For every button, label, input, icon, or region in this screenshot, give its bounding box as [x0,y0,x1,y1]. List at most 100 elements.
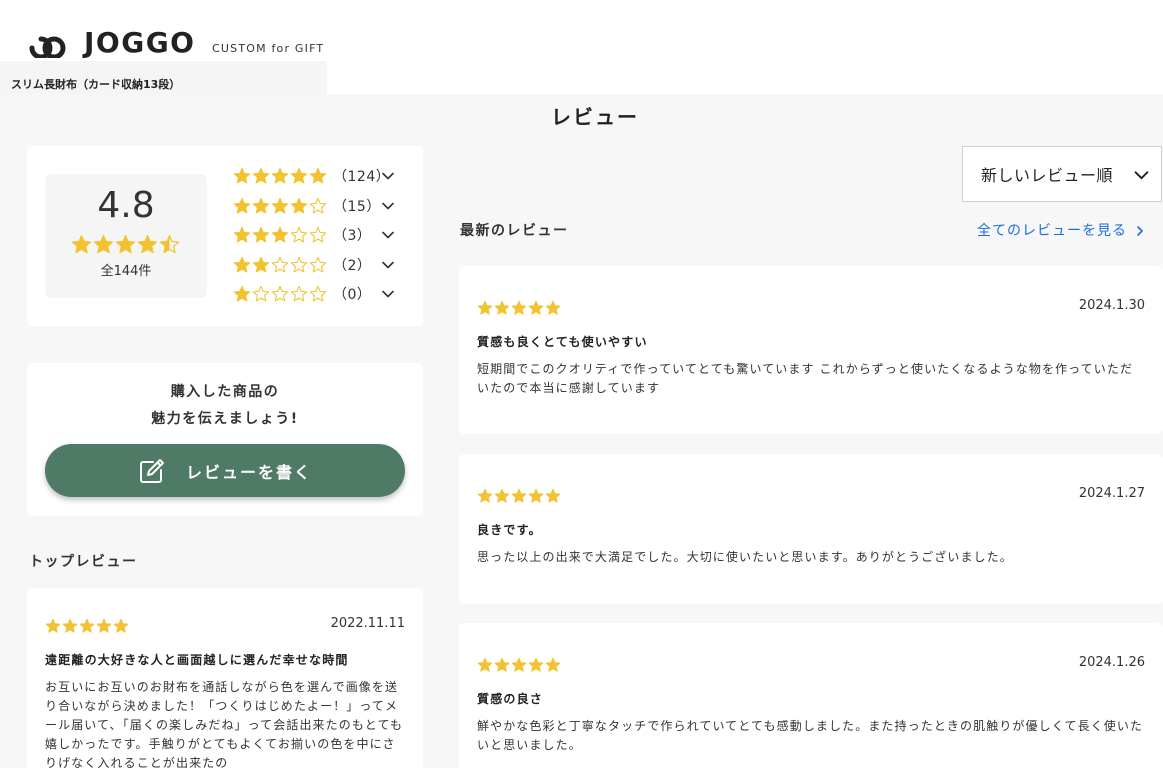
star-filled-icon [252,226,270,243]
joggo-logo-icon[interactable] [28,30,72,58]
prompt-line-2: 魅力を伝えましょう! [151,411,299,427]
rating-stars [233,256,331,274]
rating-filter-2-stars[interactable]: （2） [233,254,395,276]
star-filled-icon [528,300,544,315]
reviews-section: レビュー 4.8 全144件 （124） （15） （3） （2） （0） 購入した商品… [0,94,1163,768]
site-header: JOGGO CUSTOM for GIFT スリム長財布（カード収納13段） [0,0,1163,94]
star-filled-icon [494,488,510,503]
write-review-prompt: 購入した商品の 魅力を伝えましょう! [27,379,423,433]
latest-review-card[interactable]: 2024.1.27 良きです。 思った以上の出来で大満足でした。大切に使いたいと… [459,454,1163,604]
star-filled-icon [511,488,527,503]
review-stars [477,657,561,673]
rating-filter-3-stars[interactable]: （3） [233,224,395,246]
star-filled-icon [79,618,95,633]
latest-reviews-title: 最新のレビュー [460,223,569,239]
chevron-down-icon [382,172,394,180]
sort-selected-value: 新しいレビュー順 [981,166,1114,185]
review-date: 2024.1.30 [1078,298,1145,313]
star-filled-icon [113,618,129,633]
rating-stars [233,197,331,215]
star-filled-icon [233,167,251,184]
rating-filter-4-stars[interactable]: （15） [233,195,395,217]
star-empty-icon [309,226,327,243]
write-review-button[interactable]: レビューを書く [45,444,405,497]
edit-icon [139,458,164,483]
rating-count: （15） [333,198,381,215]
star-filled-icon [96,618,112,633]
star-filled-icon [115,234,136,254]
star-filled-icon [494,657,510,672]
rating-count: （3） [333,228,372,244]
star-filled-icon [528,657,544,672]
star-filled-icon [271,167,289,184]
star-empty-icon [290,285,308,302]
star-filled-icon [309,167,327,184]
breadcrumb[interactable]: スリム長財布（カード収納13段） [0,61,327,94]
star-filled-icon [528,488,544,503]
star-filled-icon [290,197,308,213]
review-title: 質感の良さ [477,692,544,706]
star-empty-icon [309,256,327,272]
chevron-down-icon [382,202,394,209]
rating-summary-card: 4.8 全144件 （124） （15） （3） （2） （0） [27,146,423,326]
star-filled-icon [511,300,527,315]
chevron-down-icon [1134,171,1149,180]
star-filled-icon [511,657,527,672]
review-body: 鮮やかな色彩と丁寧なタッチで作られていてとても感動しました。また持ったときの肌触… [477,719,1144,752]
review-date: 2024.1.27 [1078,486,1145,501]
star-filled-icon [252,197,270,213]
latest-review-card[interactable]: 2024.1.30 質感も良くとても使いやすい 短期間でこのクオリティで作ってい… [459,266,1163,434]
review-title: 遠距離の大好きな人と画面越しに選んだ幸せな時間 [45,653,349,667]
star-empty-icon [271,256,289,272]
star-filled-icon [271,197,289,213]
rating-filter-1-stars[interactable]: （0） [233,283,395,305]
star-filled-icon [290,167,308,184]
write-review-card: 購入した商品の 魅力を伝えましょう! レビューを書く [27,363,423,516]
logo-text[interactable]: JOGGO [84,26,196,60]
star-filled-icon [545,300,561,315]
star-filled-icon [233,197,251,213]
average-rating-box: 4.8 全144件 [45,174,207,298]
review-stars [477,488,561,504]
star-filled-icon [233,256,251,272]
star-filled-icon [477,657,493,672]
star-filled-icon [62,618,78,633]
star-filled-icon [545,488,561,503]
star-empty-icon [309,285,327,302]
star-filled-icon [252,256,270,272]
rating-count: （0） [333,287,372,303]
top-reviews-title: トップレビュー [29,554,138,570]
total-review-count: 全144件 [100,264,152,279]
section-title: レビュー [551,105,639,129]
star-filled-icon [271,226,289,243]
average-rating-value: 4.8 [97,185,155,226]
star-empty-icon [252,285,270,302]
latest-review-card[interactable]: 2024.1.26 質感の良さ 鮮やかな色彩と丁寧なタッチで作られていてとても感… [459,623,1163,768]
star-half-icon [159,234,180,254]
rating-stars [233,167,331,185]
review-title: 良きです。 [477,523,542,537]
chevron-right-icon [1137,226,1143,236]
star-filled-icon [45,618,61,633]
star-filled-icon [137,234,158,254]
prompt-line-1: 購入した商品の [170,384,280,400]
review-body: 短期間でこのクオリティで作っていてとても驚いています これからずっと使いたくなる… [477,362,1134,395]
review-body: 思った以上の出来で大満足でした。大切に使いたいと思います。ありがとうございました… [477,550,1013,564]
star-empty-icon [290,256,308,272]
review-stars [477,300,561,316]
chevron-down-icon [382,231,394,239]
star-empty-icon [271,285,289,302]
sort-select[interactable]: 新しいレビュー順 [962,146,1162,202]
star-filled-icon [252,167,270,184]
star-filled-icon [93,234,114,254]
review-body: お互いにお互いのお財布を通話しながら色を選んで画像を送り合いながら決めました！「… [45,680,404,768]
rating-stars [233,226,331,244]
star-empty-icon [290,226,308,243]
see-all-reviews-link[interactable]: 全てのレビューを見る [977,222,1145,240]
star-filled-icon [477,300,493,315]
rating-count: （124） [333,169,391,185]
rating-count: （2） [333,257,372,274]
top-review-card[interactable]: 2022.11.11 遠距離の大好きな人と画面越しに選んだ幸せな時間 お互いにお… [27,588,423,768]
star-filled-icon [477,488,493,503]
rating-filter-5-stars[interactable]: （124） [233,165,395,187]
